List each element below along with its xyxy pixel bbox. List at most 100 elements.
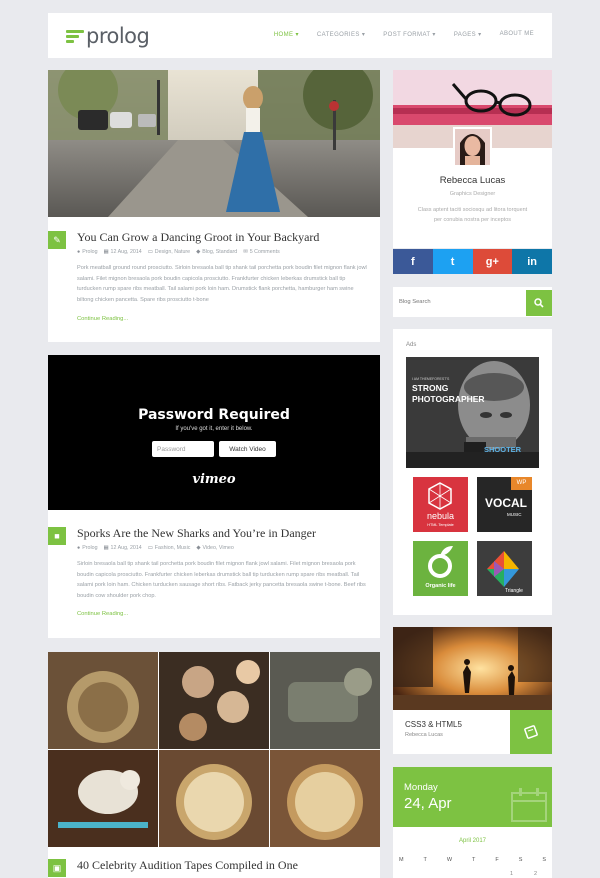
post-title[interactable]: Sporks Are the New Sharks and You’re in … [77,526,316,541]
logo-icon [66,27,84,45]
calendar-weekday: Monday [404,782,438,793]
post-comments[interactable]: 5 Comments [250,249,280,255]
twitter-button[interactable]: t [432,249,473,274]
calendar-day-label: M [399,857,404,863]
ad-poster-line: STRONG [412,383,449,393]
post-card: ✎ You Can Grow a Dancing Groot in Your B… [48,70,380,342]
search-widget [393,287,552,317]
video-password-subtext: If you've got it, enter it below. [175,426,253,432]
ad-tile-vocal[interactable]: WP VOCAL MUSIC [477,477,532,532]
avatar[interactable] [453,127,492,167]
watch-video-button[interactable]: Watch Video [219,441,276,457]
post-date: 12 Aug, 2014 [110,545,142,551]
calendar-day-cell[interactable]: 1 [510,871,513,877]
nav-pages[interactable]: PAGES ▾ [454,31,482,38]
nav-categories[interactable]: CATEGORIES ▾ [317,31,365,38]
ad-tile-organic[interactable]: Organic life [413,541,468,596]
twitter-icon: t [450,255,455,268]
calendar-header: Monday 24, Apr [393,767,552,827]
ad-tile-title: VOCAL [485,496,527,510]
calendar-month: April 2017 [458,838,487,844]
post-meta: ● Prolog ▦ 12 Aug, 2014 ▭ Fashion, Music ◆ V… [77,545,234,551]
calendar-day-label: S [518,857,523,863]
calendar-day-label: F [495,857,499,863]
folder-icon: ▭ [147,249,153,255]
calendar-day-cell[interactable]: 2 [534,871,537,877]
main-nav: HOME ▾ CATEGORIES ▾ POST FORMAT ▾ PAGES … [274,31,534,38]
ad-poster-line: PHOTOGRAPHER [412,394,485,404]
nav-post-format[interactable]: POST FORMAT ▾ [383,31,436,38]
post-excerpt: Sirloin bresaola ball tip shank tail por… [77,561,366,599]
search-input[interactable] [393,287,526,317]
featured-post-title[interactable]: CSS3 & HTML5 [405,720,462,729]
ad-tile-triangle[interactable]: Triangle [477,541,532,596]
continue-reading-link[interactable]: Continue Reading... [77,611,128,617]
calendar-weekdays: M T W T F S S [399,857,546,863]
google-plus-button[interactable]: g+ [472,249,513,274]
calendar-day-label: S [542,857,546,863]
search-icon [534,298,544,308]
video-player[interactable]: Password Required If you've got it, ente… [48,355,380,510]
folder-icon: ▭ [147,545,153,551]
ad-tile-title: Organic life [425,583,456,589]
calendar-day-label: W [446,857,453,863]
profile-name: Rebecca Lucas [439,175,506,186]
tag-icon: ◆ [196,545,201,551]
video-camera-icon: ■ [48,527,66,545]
calendar-icon [511,788,547,822]
post-featured-image[interactable] [48,70,380,217]
nav-home[interactable]: HOME ▾ [274,31,299,38]
featured-post-widget: CSS3 & HTML5 Rebecca Lucas [393,627,552,754]
ad-tile-subtitle: HTML Template [427,523,454,527]
social-links: f t g+ in [393,249,552,274]
ad-tile-title: nebula [426,511,455,521]
comments-icon: ✉ [243,249,248,255]
tag-icon: ◆ [196,249,201,255]
ad-tile-subtitle: MUSIC [507,512,522,517]
user-icon: ● [77,545,81,551]
ad-tile-nebula[interactable]: nebula HTML Template [413,477,468,532]
video-password-input[interactable]: Password [152,441,214,457]
about-widget: Rebecca Lucas Graphics Designer Class ap… [393,70,552,248]
post-excerpt: Pork meatball ground round prosciutto. S… [77,265,367,303]
post-author[interactable]: Prolog [82,545,97,551]
post-tags[interactable]: Blog, Standard [202,249,237,255]
post-tags[interactable]: Video, Vimeo [202,545,233,551]
ad-tile-badge: WP [511,477,532,490]
post-card: ▣ 40 Celebrity Audition Tapes Compiled i… [48,652,380,878]
post-card: Password Required If you've got it, ente… [48,355,380,638]
ads-widget: Ads I AM THEMEFOREST'S STRONG PHOTOGRAPH… [393,329,552,615]
post-author[interactable]: Prolog [82,249,97,255]
ad-banner-photographer[interactable]: I AM THEMEFOREST'S STRONG PHOTOGRAPHER S… [406,357,539,468]
book-icon [524,725,538,739]
facebook-button[interactable]: f [393,249,433,274]
ad-tile-title: Triangle [505,588,523,594]
featured-post-button[interactable] [510,710,552,754]
linkedin-button[interactable]: in [512,249,552,274]
post-title[interactable]: You Can Grow a Dancing Groot in Your Bac… [77,230,319,245]
calendar-icon: ▦ [103,249,109,255]
featured-post-author: Rebecca Lucas [405,732,443,738]
featured-post-image[interactable] [393,627,552,710]
continue-reading-link[interactable]: Continue Reading... [77,316,128,322]
calendar-date: 24, Apr [404,795,452,812]
linkedin-icon: in [527,255,538,268]
post-categories[interactable]: Fashion, Music [155,545,191,551]
profile-bio: Class aptent taciti sociosqu ad litora t… [417,207,528,223]
post-categories[interactable]: Design, Nature [155,249,190,255]
vimeo-logo: vimeo [192,472,236,487]
nav-about-me[interactable]: ABOUT ME [500,31,534,38]
post-gallery[interactable] [48,652,380,847]
logo-text: prolog [86,24,150,48]
search-button[interactable] [526,290,552,316]
facebook-icon: f [411,255,415,268]
post-title[interactable]: 40 Celebrity Audition Tapes Compiled in … [77,858,298,873]
post-date: 12 Aug, 2014 [110,249,142,255]
calendar-widget: Monday 24, Apr April 2017 M T W T F S S … [393,767,552,878]
google-plus-icon: g+ [485,255,499,268]
calendar-day-label: T [423,857,427,863]
ad-poster-title: STRONG PHOTOGRAPHER [412,383,485,405]
image-icon: ▣ [48,859,66,877]
site-logo[interactable]: prolog [66,24,150,48]
calendar-day-label: T [472,857,476,863]
